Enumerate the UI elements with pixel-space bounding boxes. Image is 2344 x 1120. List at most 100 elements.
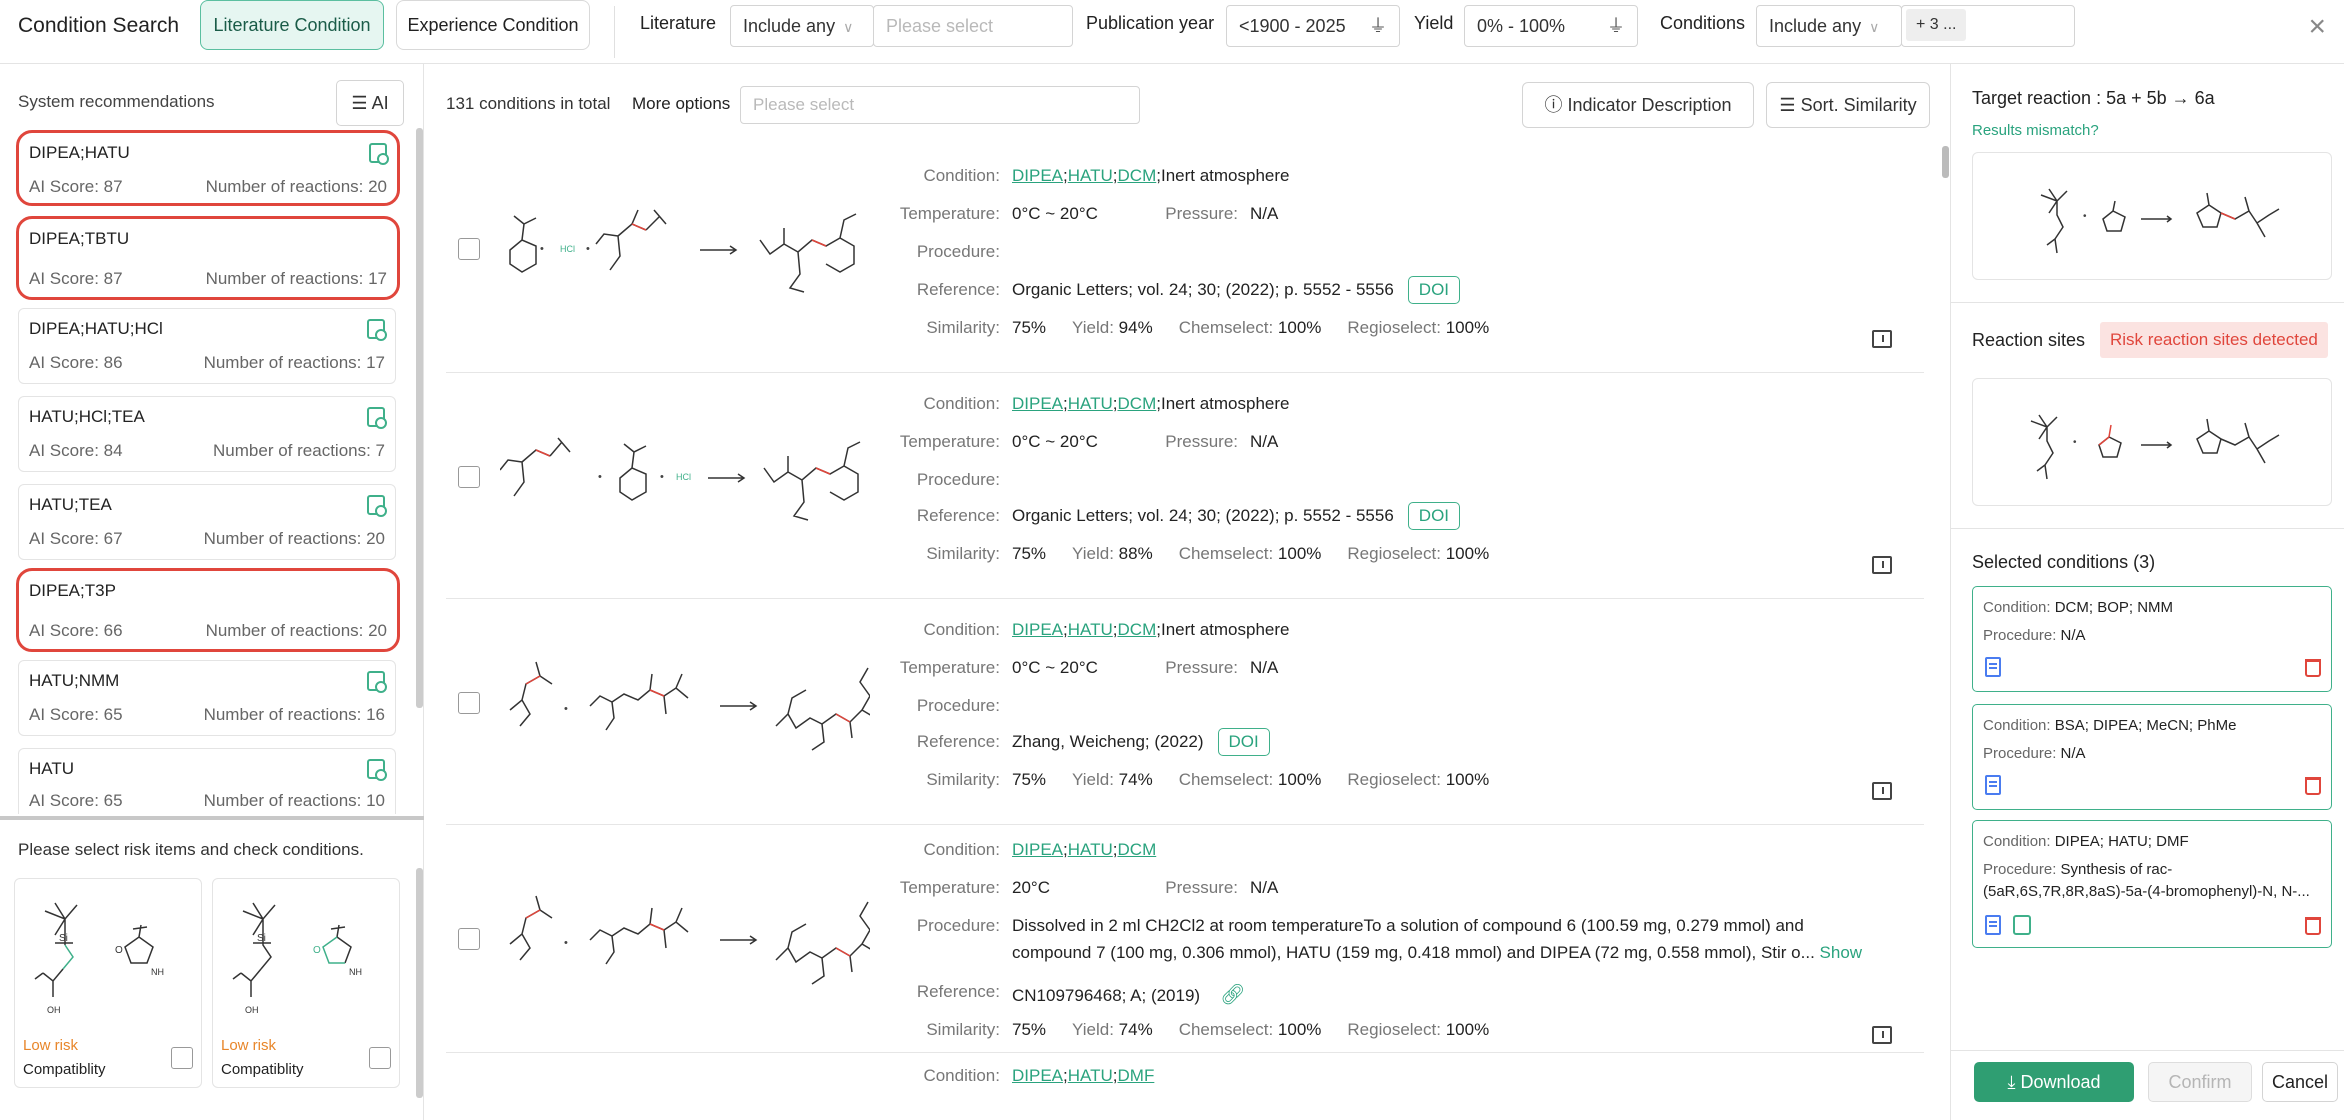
close-icon[interactable]: × <box>2308 10 2326 44</box>
indicator-label: Indicator Description <box>1567 95 1732 115</box>
recommendation-card[interactable]: DIPEA;HATU;HCl AI Score: 86 Number of re… <box>18 308 396 384</box>
recommendation-card[interactable]: HATU AI Score: 65 Number of reactions: 1… <box>18 748 396 814</box>
temperature-label: Temperature: <box>899 658 1000 677</box>
selected-condition-card: Condition: DCM; BOP; NMM Procedure: N/A <box>1972 586 2332 692</box>
scrollbar[interactable] <box>416 128 423 708</box>
document-icon[interactable] <box>1985 775 2001 795</box>
chemselect-value: 100% <box>1277 770 1322 789</box>
risk-level: Low risk <box>221 1037 277 1054</box>
recommendation-card[interactable]: DIPEA;T3P AI Score: 66 Number of reactio… <box>16 568 400 652</box>
confirm-button[interactable]: Confirm <box>2148 1062 2252 1102</box>
risk-type: Compatiblity <box>23 1061 106 1078</box>
document-icon[interactable] <box>1985 915 2001 935</box>
condition-link[interactable]: DCM <box>1118 840 1157 859</box>
svg-text:•: • <box>564 937 568 949</box>
trash-icon[interactable] <box>2305 659 2321 677</box>
comment-icon[interactable] <box>1872 556 1892 574</box>
link-icon[interactable]: 🔗︎ <box>1220 984 1245 1006</box>
recommendation-card[interactable]: DIPEA;TBTU AI Score: 87 Number of reacti… <box>16 216 400 300</box>
condition-link[interactable]: DIPEA <box>1012 166 1063 185</box>
selected-procedure-value: N/A <box>2060 745 2086 762</box>
divider <box>1950 302 2344 303</box>
entry-checkbox[interactable] <box>458 928 480 950</box>
recommendation-card[interactable]: HATU;NMM AI Score: 65 Number of reaction… <box>18 660 396 736</box>
risk-card[interactable]: Si OH O NH Low risk Compatiblity <box>14 878 202 1088</box>
doi-button[interactable]: DOI <box>1217 728 1270 756</box>
risk-items-title: Please select risk items and check condi… <box>18 840 364 859</box>
scrollbar[interactable] <box>416 868 423 1098</box>
regioselect-label: Regioselect: <box>1347 1020 1441 1039</box>
reference-text: Zhang, Weicheng; (2022) <box>1012 732 1204 751</box>
comment-icon[interactable] <box>1872 1026 1892 1044</box>
risk-checkbox[interactable] <box>369 1047 391 1069</box>
condition-link[interactable]: HATU <box>1068 166 1113 185</box>
yield-filter[interactable]: 0% - 100% ⏚ <box>1464 5 1638 47</box>
rec-score: AI Score: 66 <box>29 621 123 640</box>
scrollbar[interactable] <box>1942 146 1949 178</box>
search-doc-icon[interactable] <box>367 671 387 693</box>
search-doc-icon[interactable] <box>2013 915 2031 935</box>
recommendation-card[interactable]: DIPEA;HATU AI Score: 87 Number of reacti… <box>16 130 400 206</box>
risk-type: Compatiblity <box>221 1061 304 1078</box>
tab-literature-condition[interactable]: Literature Condition <box>200 0 384 50</box>
show-more-link[interactable]: Show <box>1820 943 1863 962</box>
condition-link[interactable]: DCM <box>1118 620 1157 639</box>
indicator-description-button[interactable]: ⓘ Indicator Description <box>1522 82 1754 128</box>
risk-card[interactable]: Si OH O NH Low risk Compatiblity <box>212 878 400 1088</box>
procedure-line: Dissolved in 2 ml CH2Cl2 at room tempera… <box>1012 916 1804 935</box>
condition-link[interactable]: DMF <box>1118 1066 1155 1085</box>
ai-sort-button[interactable]: ☰ AI <box>336 80 404 126</box>
risk-checkbox[interactable] <box>171 1047 193 1069</box>
rec-score: AI Score: 84 <box>29 441 123 460</box>
search-doc-icon[interactable] <box>367 759 387 781</box>
filter-icon: ⏚ <box>1369 16 1387 36</box>
panel-divider[interactable] <box>0 816 424 820</box>
condition-link[interactable]: DCM <box>1118 166 1157 185</box>
conditions-label: Conditions <box>1660 13 1746 33</box>
trash-icon[interactable] <box>2305 777 2321 795</box>
similarity-label: Similarity: <box>926 1020 1000 1039</box>
sort-similarity-button[interactable]: ☰ Sort. Similarity <box>1766 82 1930 128</box>
condition-link[interactable]: HATU <box>1068 394 1113 413</box>
literature-mode-select[interactable]: Include any ∨ <box>730 5 874 47</box>
search-doc-icon[interactable] <box>369 143 389 165</box>
condition-link[interactable]: DIPEA <box>1012 620 1063 639</box>
entry-checkbox[interactable] <box>458 466 480 488</box>
cancel-button[interactable]: Cancel <box>2262 1062 2338 1102</box>
recommendation-card[interactable]: HATU;TEA AI Score: 67 Number of reaction… <box>18 484 396 560</box>
reference-label: Reference: <box>916 280 1000 299</box>
recommendation-card[interactable]: HATU;HCl;TEA AI Score: 84 Number of reac… <box>18 396 396 472</box>
document-icon[interactable] <box>1985 657 2001 677</box>
target-reaction-title: Target reaction : 5a + 5b → 6a <box>1972 88 2215 108</box>
svg-text:HCl: HCl <box>676 472 691 482</box>
condition-link[interactable]: DCM <box>1118 394 1157 413</box>
tab-experience-condition[interactable]: Experience Condition <box>396 0 590 50</box>
search-doc-icon[interactable] <box>367 319 387 341</box>
condition-label: Condition: <box>1983 717 2051 734</box>
doi-button[interactable]: DOI <box>1407 502 1461 530</box>
comment-icon[interactable] <box>1872 330 1892 348</box>
conditions-mode-select[interactable]: Include any ∨ <box>1756 5 1902 47</box>
condition-link[interactable]: DIPEA <box>1012 394 1063 413</box>
conditions-more-tag[interactable]: + 3 ... <box>1906 9 1967 41</box>
literature-select[interactable]: Please select <box>873 5 1073 47</box>
publication-year-filter[interactable]: <1900 - 2025 ⏚ <box>1226 5 1400 47</box>
entry-checkbox[interactable] <box>458 238 480 260</box>
search-doc-icon[interactable] <box>367 495 387 517</box>
condition-link[interactable]: DIPEA <box>1012 1066 1063 1085</box>
condition-link[interactable]: DIPEA <box>1012 840 1063 859</box>
reference-label: Reference: <box>916 732 1000 751</box>
entry-checkbox[interactable] <box>458 692 480 714</box>
rec-name: DIPEA;HATU;HCl <box>29 319 163 338</box>
condition-link[interactable]: HATU <box>1068 1066 1113 1085</box>
results-mismatch-link[interactable]: Results mismatch? <box>1972 122 2099 139</box>
more-options-select[interactable]: Please select <box>740 86 1140 124</box>
search-doc-icon[interactable] <box>367 407 387 429</box>
procedure-label: Procedure: <box>916 696 1000 715</box>
condition-link[interactable]: HATU <box>1068 620 1113 639</box>
download-button[interactable]: ⤓ Download <box>1974 1062 2134 1102</box>
condition-link[interactable]: HATU <box>1068 840 1113 859</box>
doi-button[interactable]: DOI <box>1407 276 1461 304</box>
trash-icon[interactable] <box>2305 917 2321 935</box>
comment-icon[interactable] <box>1872 782 1892 800</box>
